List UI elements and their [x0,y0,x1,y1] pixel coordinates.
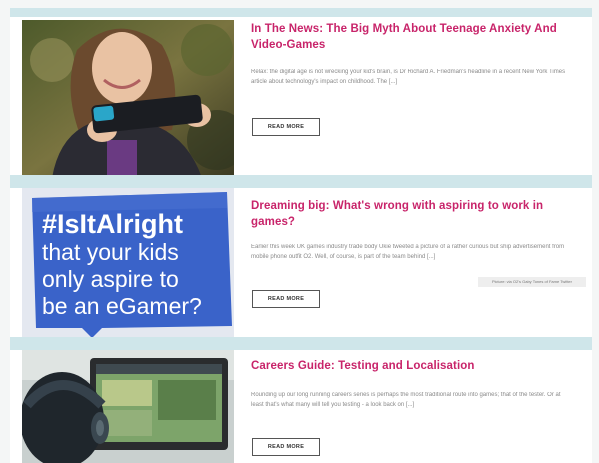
read-more-button[interactable]: READ MORE [252,438,320,456]
article-image-girl-console[interactable] [22,20,234,178]
sign-line-4: be an eGamer? [42,293,202,319]
article-excerpt: Earlier this week UK games industry trad… [251,244,565,260]
article-title[interactable]: In The News: The Big Myth About Teenage … [251,21,571,53]
read-more-button[interactable]: READ MORE [252,118,320,136]
article-card: Careers Guide: Testing and Localisation … [10,350,592,463]
article-image-hashtag-sign[interactable]: #IsItAlright that your kids only aspire … [22,188,234,338]
sign-line-1: #IsItAlright [42,209,183,239]
sign-line-3: only aspire to [42,266,179,292]
divider-band [10,337,592,350]
image-caption: Picture: via O2's Gaby Tones of Fame Twi… [478,277,586,287]
article-card: #IsItAlright that your kids only aspire … [10,188,592,338]
article-excerpt: Relax: the digital age is not wrecking y… [251,69,566,85]
divider-band [10,175,592,188]
article-excerpt: Rounding up our long running careers ser… [251,392,561,408]
article-title[interactable]: Careers Guide: Testing and Localisation [251,358,571,374]
article-image-headphones-monitor[interactable] [22,350,234,463]
article-card: In The News: The Big Myth About Teenage … [10,8,592,178]
article-list: In The News: The Big Myth About Teenage … [10,8,592,463]
read-more-button[interactable]: READ MORE [252,290,320,308]
article-title[interactable]: Dreaming big: What's wrong with aspiring… [251,198,571,230]
sign-line-2: that your kids [42,239,179,265]
